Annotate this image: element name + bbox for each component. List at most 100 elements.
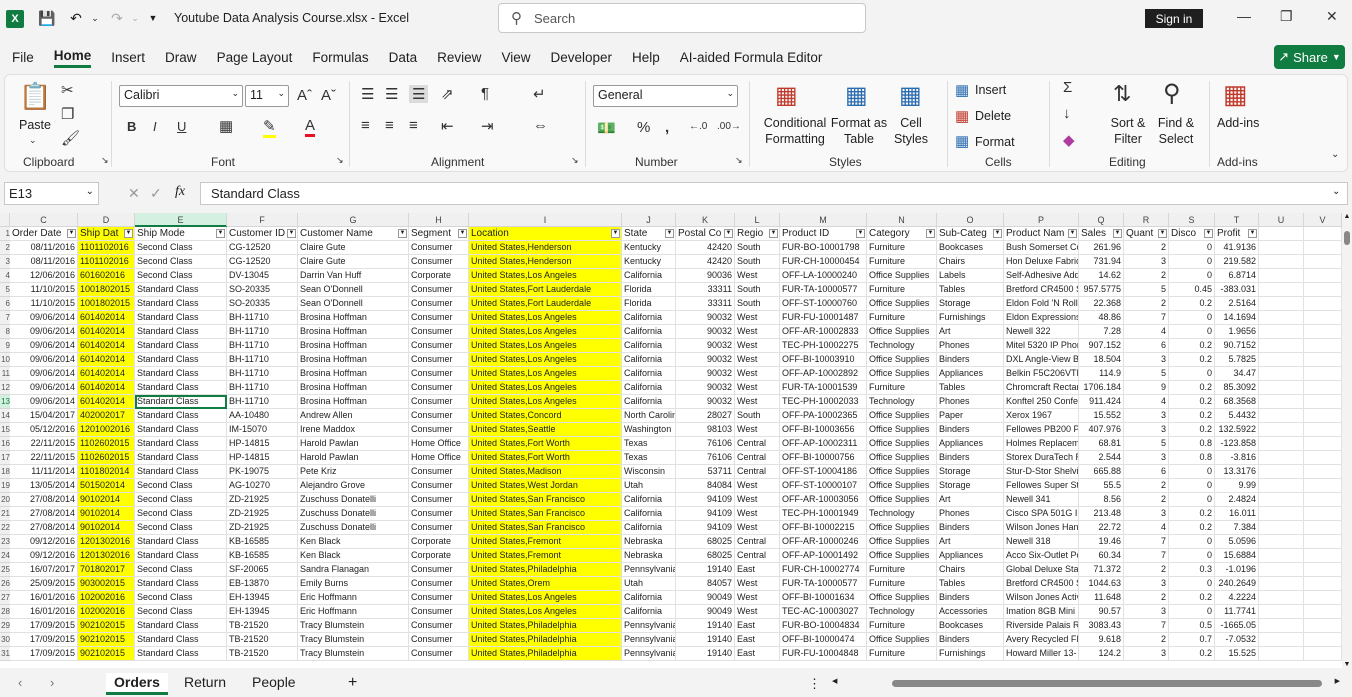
table-cell[interactable]: 7.384 [1215,521,1259,535]
table-cell[interactable]: TEC-AC-10003027 [780,605,867,619]
table-cell[interactable]: Wilson Jones Hang [1004,521,1079,535]
restore-icon[interactable]: ❐ [1280,8,1293,25]
row-number[interactable]: 21 [0,507,10,521]
table-cell[interactable]: 09/12/2016 [10,549,78,563]
table-cell[interactable]: 0.2 [1169,381,1215,395]
table-cell[interactable]: West [735,367,780,381]
table-cell[interactable]: Art [937,535,1004,549]
sort-filter-icon[interactable]: ⇅ [1113,81,1131,107]
table-cell[interactable]: Florida [622,297,676,311]
table-cell[interactable]: FUR-TA-10000577 [780,577,867,591]
table-cell[interactable]: Riverside Palais Ro [1004,619,1079,633]
table-cell[interactable]: Washington [622,423,676,437]
search-box[interactable]: ⚲ Search [498,3,866,33]
copy-icon[interactable]: ❐ [61,105,74,123]
table-cell[interactable]: 42420 [676,241,735,255]
table-cell[interactable]: United States,Los Angeles [469,395,622,409]
table-cell[interactable]: Standard Class [135,367,227,381]
table-cell[interactable]: Office Supplies [867,493,937,507]
table-cell[interactable]: Utah [622,577,676,591]
row-number[interactable]: 17 [0,451,10,465]
table-cell[interactable]: 16.011 [1215,507,1259,521]
horizontal-scrollbar[interactable]: ◀ ▶ [832,678,1340,688]
scroll-right-icon[interactable]: ▶ [1335,677,1340,685]
table-cell[interactable]: 13/05/2014 [10,479,78,493]
empty-cell[interactable] [1259,381,1304,395]
insert-cells-icon[interactable]: ▦ [955,81,969,99]
table-cell[interactable]: Wilson Jones Activ [1004,591,1079,605]
table-cell[interactable]: Fellowes Super Sto [1004,479,1079,493]
addins-icon[interactable]: ▦ [1223,79,1248,110]
row-number[interactable]: 11 [0,367,10,381]
table-cell[interactable]: 601402014 [78,311,135,325]
sheet-tab-return[interactable]: Return [176,673,234,695]
table-cell[interactable]: Second Class [135,269,227,283]
table-cell[interactable]: Tables [937,381,1004,395]
table-cell[interactable]: 08/11/2016 [10,255,78,269]
table-cell[interactable]: Office Supplies [867,591,937,605]
horizontal-scroll-thumb[interactable] [892,680,1322,687]
table-cell[interactable]: 22/11/2015 [10,437,78,451]
tab-data[interactable]: Data [389,48,418,67]
empty-cell[interactable] [1304,465,1342,479]
table-cell[interactable]: Consumer [409,339,469,353]
table-cell[interactable]: United States,San Francisco [469,493,622,507]
table-cell[interactable]: Nebraska [622,535,676,549]
table-cell[interactable]: Consumer [409,325,469,339]
table-cell[interactable]: OFF-ST-10000760 [780,297,867,311]
table-cell[interactable]: CG-12520 [227,255,298,269]
table-cell[interactable]: 3 [1124,577,1169,591]
table-cell[interactable]: Consumer [409,423,469,437]
table-cell[interactable]: 28027 [676,409,735,423]
decrease-decimal-icon[interactable]: .00→ [717,121,741,132]
table-cell[interactable]: 19140 [676,563,735,577]
table-header-cell[interactable]: Quant ▼ [1124,227,1169,241]
table-cell[interactable]: Standard Class [135,549,227,563]
undo-dropdown-icon[interactable]: ⌄ [84,7,106,29]
table-cell[interactable]: 0.5 [1169,619,1215,633]
empty-cell[interactable] [1259,367,1304,381]
table-cell[interactable]: BH-11710 [227,353,298,367]
table-cell[interactable]: South [735,255,780,269]
table-cell[interactable]: Zuschuss Donatelli [298,521,409,535]
table-cell[interactable]: 2 [1124,633,1169,647]
row-number[interactable]: 13 [0,395,10,409]
table-cell[interactable]: West [735,395,780,409]
text-direction-icon[interactable]: ¶ [481,85,489,102]
table-cell[interactable]: Technology [867,339,937,353]
table-cell[interactable]: Holmes Replacem [1004,437,1079,451]
table-cell[interactable]: 4 [1124,325,1169,339]
table-cell[interactable]: Furnishings [937,311,1004,325]
table-cell[interactable]: 0.7 [1169,633,1215,647]
table-cell[interactable]: United States,Henderson [469,241,622,255]
table-cell[interactable]: West [735,605,780,619]
table-cell[interactable]: 68.3568 [1215,395,1259,409]
table-cell[interactable]: 90032 [676,381,735,395]
table-cell[interactable]: 957.5775 [1079,283,1124,297]
table-cell[interactable]: 3 [1124,605,1169,619]
table-cell[interactable]: United States,Los Angeles [469,381,622,395]
table-cell[interactable]: Consumer [409,633,469,647]
table-header-cell[interactable]: Order Date ▼ [10,227,78,241]
empty-cell[interactable] [1259,563,1304,577]
close-icon[interactable]: ✕ [1326,8,1338,25]
table-cell[interactable]: West [735,353,780,367]
table-cell[interactable]: DXL Angle-View Bi [1004,353,1079,367]
table-cell[interactable]: Office Supplies [867,325,937,339]
table-cell[interactable]: Chairs [937,563,1004,577]
font-name-select[interactable]: Calibri ⌄ [119,85,243,107]
row-number[interactable]: 16 [0,437,10,451]
column-header-n[interactable]: N [867,213,937,227]
filter-dropdown-icon[interactable]: ▼ [287,229,296,238]
tab-file[interactable]: File [12,48,34,67]
row-number[interactable]: 27 [0,591,10,605]
empty-cell[interactable] [1304,283,1342,297]
table-cell[interactable]: 124.2 [1079,647,1124,661]
table-cell[interactable]: Pennsylvania [622,633,676,647]
row-number[interactable]: 4 [0,269,10,283]
table-header-cell[interactable]: Regio ▼ [735,227,780,241]
table-cell[interactable]: 09/06/2014 [10,353,78,367]
tab-home[interactable]: Home [53,46,92,68]
empty-cell[interactable] [1304,507,1342,521]
row-number[interactable]: 15 [0,423,10,437]
